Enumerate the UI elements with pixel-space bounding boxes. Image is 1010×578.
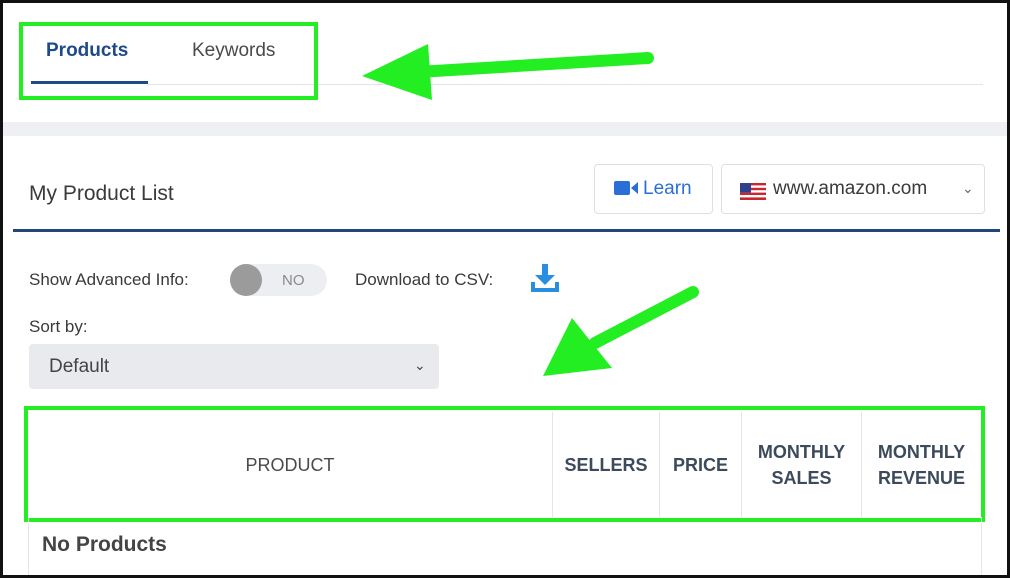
chevron-down-icon: ⌄ xyxy=(962,180,974,196)
marketplace-label: www.amazon.com xyxy=(773,178,928,199)
header-divider xyxy=(13,229,1000,232)
page-title: My Product List xyxy=(29,182,174,205)
marketplace-select[interactable]: www.amazon.com ⌄ xyxy=(721,164,985,214)
toggle-knob xyxy=(230,264,262,296)
us-flag-icon xyxy=(740,183,766,200)
table-highlight-box xyxy=(24,406,985,522)
arrow-to-tabs xyxy=(362,44,654,100)
learn-button-label: Learn xyxy=(643,178,692,199)
arrow-to-table xyxy=(543,286,699,376)
sort-selected-value: Default xyxy=(49,356,110,377)
download-icon[interactable] xyxy=(529,262,561,299)
table-border-right xyxy=(981,517,982,575)
toggle-state-label: NO xyxy=(282,272,305,289)
sort-select[interactable]: Default ⌄ xyxy=(29,344,439,389)
learn-button[interactable]: Learn xyxy=(594,164,713,214)
table-border-left xyxy=(28,517,29,575)
chevron-down-icon: ⌄ xyxy=(414,357,426,373)
advanced-info-label: Show Advanced Info: xyxy=(29,270,189,289)
advanced-info-toggle[interactable]: NO xyxy=(230,264,327,296)
sort-by-label: Sort by: xyxy=(29,317,88,336)
tabs-highlight-box xyxy=(19,22,318,100)
download-csv-label: Download to CSV: xyxy=(355,270,494,289)
video-camera-icon xyxy=(614,180,638,201)
empty-state-text: No Products xyxy=(42,533,167,556)
section-separator xyxy=(3,122,1007,136)
